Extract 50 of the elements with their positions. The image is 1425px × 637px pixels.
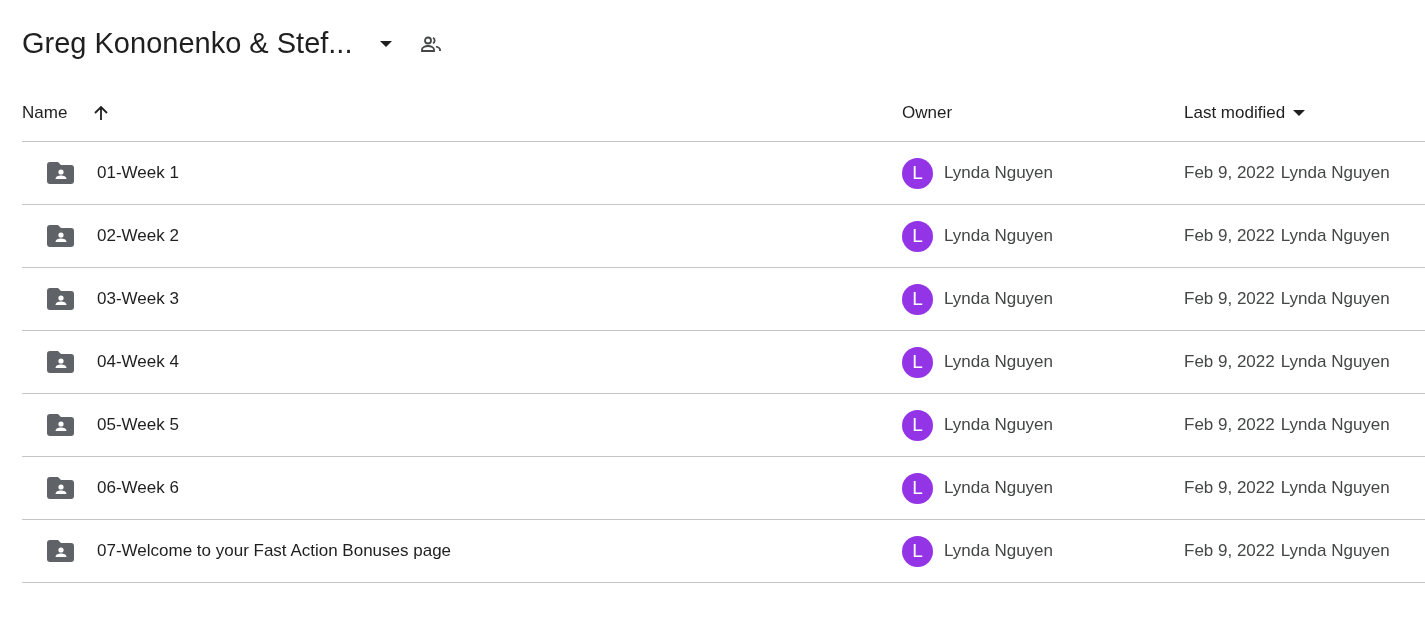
modified-date: Feb 9, 2022 <box>1184 540 1275 563</box>
file-name[interactable]: 01-Week 1 <box>97 160 179 186</box>
owner-avatar: L <box>902 409 933 441</box>
modified-by: Lynda Nguyen <box>1280 162 1390 185</box>
file-name[interactable]: 06-Week 6 <box>97 475 179 501</box>
file-name[interactable]: 05-Week 5 <box>97 412 179 438</box>
owner-name: Lynda Nguyen <box>944 414 1053 437</box>
caret-icon <box>379 40 394 48</box>
owner-name: Lynda Nguyen <box>944 288 1053 311</box>
modified-by: Lynda Nguyen <box>1280 225 1390 248</box>
sort-up-arrow-icon[interactable] <box>93 105 110 121</box>
file-name[interactable]: 07-Welcome to your Fast Action Bonuses page <box>97 538 452 564</box>
owner-name: Lynda Nguyen <box>944 477 1053 500</box>
modified-by: Lynda Nguyen <box>1280 288 1390 311</box>
column-header[interactable]: Last modified <box>1184 100 1286 126</box>
owner-avatar: L <box>902 535 933 567</box>
people-icon <box>420 36 443 52</box>
modified-by: Lynda Nguyen <box>1280 477 1390 500</box>
shared-folder-icon <box>47 351 74 373</box>
owner-avatar: L <box>902 283 933 315</box>
shared-folder-icon <box>47 477 74 499</box>
caret-icon[interactable] <box>1293 109 1306 117</box>
owner-name: Lynda Nguyen <box>944 225 1053 248</box>
modified-by: Lynda Nguyen <box>1280 414 1390 437</box>
modified-date: Feb 9, 2022 <box>1184 225 1275 248</box>
shared-folder-icon <box>47 540 74 562</box>
owner-name: Lynda Nguyen <box>944 540 1053 563</box>
modified-by: Lynda Nguyen <box>1280 540 1390 563</box>
modified-date: Feb 9, 2022 <box>1184 351 1275 374</box>
owner-avatar: L <box>902 220 933 252</box>
modified-by: Lynda Nguyen <box>1280 351 1390 374</box>
owner-avatar: L <box>902 472 933 504</box>
column-header[interactable]: Owner <box>902 100 953 126</box>
owner-name: Lynda Nguyen <box>944 351 1053 374</box>
shared-folder-icon <box>47 288 74 310</box>
file-name[interactable]: 02-Week 2 <box>97 223 179 249</box>
owner-avatar: L <box>902 346 933 378</box>
file-name[interactable]: 03-Week 3 <box>97 286 179 312</box>
owner-name: Lynda Nguyen <box>944 162 1053 185</box>
file-name[interactable]: 04-Week 4 <box>97 349 179 375</box>
shared-folder-icon <box>47 225 74 247</box>
modified-date: Feb 9, 2022 <box>1184 162 1275 185</box>
owner-avatar: L <box>902 157 933 189</box>
folder-title: Greg Kononenko & Stef... <box>22 26 353 62</box>
shared-folder-icon <box>47 162 74 184</box>
modified-date: Feb 9, 2022 <box>1184 477 1275 500</box>
shared-folder-icon <box>47 414 74 436</box>
modified-date: Feb 9, 2022 <box>1184 288 1275 311</box>
column-header[interactable]: Name <box>22 100 68 126</box>
modified-date: Feb 9, 2022 <box>1184 414 1275 437</box>
